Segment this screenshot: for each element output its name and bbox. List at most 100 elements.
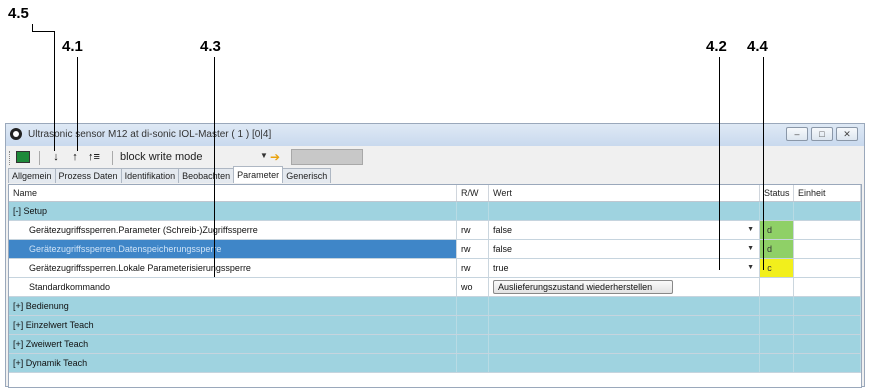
value-text: false [493, 225, 513, 235]
cell-status [760, 316, 794, 334]
callout-4-5-leader [54, 31, 55, 151]
param-rw: rw [457, 221, 489, 239]
write-mode-select[interactable]: block write mode [120, 151, 203, 163]
param-rw: wo [457, 278, 489, 296]
cell-status [760, 354, 794, 372]
cell-unit [794, 297, 861, 315]
status-badge: c [760, 259, 794, 277]
chevron-down-icon[interactable]: ▼ [260, 151, 268, 160]
cell-unit [794, 221, 861, 239]
tab-bar: Allgemein Prozess Daten Identifikation B… [8, 166, 332, 184]
callout-4-4-leader [763, 57, 764, 270]
table-row-group-setup[interactable]: [-] Setup [9, 202, 861, 221]
param-name: Gerätezugriffssperren.Parameter (Schreib… [9, 221, 457, 239]
cell-rw [457, 316, 489, 334]
callout-4-2-leader [719, 57, 720, 270]
cell-status [760, 335, 794, 353]
title-bar: Ultrasonic sensor M12 at di-sonic IOL-Ma… [6, 124, 864, 146]
window-title: Ultrasonic sensor M12 at di-sonic IOL-Ma… [28, 129, 272, 140]
cell-unit [794, 354, 861, 372]
callout-4-1: 4.1 [62, 38, 83, 55]
table-row[interactable]: Standardkommando wo Auslieferungszustand… [9, 278, 861, 297]
table-row-group-einzelwert-teach[interactable]: [+] Einzelwert Teach [9, 316, 861, 335]
param-name: Standardkommando [9, 278, 457, 296]
value-text: false [493, 244, 513, 254]
toolbar: ↓ ↑ ↑≡ block write mode ▼ ➔ [6, 147, 864, 169]
tab-prozess-daten[interactable]: Prozess Daten [54, 168, 122, 183]
tab-beobachten[interactable]: Beobachten [178, 168, 235, 183]
tab-generisch[interactable]: Generisch [282, 168, 332, 183]
toolbar-separator [112, 151, 113, 165]
cell-rw [457, 335, 489, 353]
toolbar-separator [39, 151, 40, 165]
chevron-down-icon[interactable]: ▼ [747, 221, 754, 239]
minimize-button[interactable]: – [786, 127, 808, 141]
table-header: Name R/W Wert Status Einheit [9, 185, 861, 202]
chevron-down-icon[interactable]: ▼ [747, 240, 754, 258]
cell-value [489, 354, 760, 372]
cell-unit [794, 335, 861, 353]
table-row-group-zweiwert-teach[interactable]: [+] Zweiwert Teach [9, 335, 861, 354]
table-row[interactable]: Gerätezugriffssperren.Lokale Parameteris… [9, 259, 861, 278]
table-row-group-dynamik-teach[interactable]: [+] Dynamik Teach [9, 354, 861, 373]
cell-unit [794, 240, 861, 258]
app-window: Ultrasonic sensor M12 at di-sonic IOL-Ma… [5, 123, 865, 388]
chevron-down-icon[interactable]: ▼ [747, 259, 754, 277]
app-icon [10, 128, 22, 140]
value-cell: Auslieferungszustand wiederherstellen [489, 278, 760, 296]
cell-status [760, 297, 794, 315]
group-label: [+] Bedienung [9, 297, 457, 315]
parameter-table: Name R/W Wert Status Einheit [-] Setup G… [8, 184, 862, 388]
table-row-selected[interactable]: Gerätezugriffssperren.Datenspeicherungss… [9, 240, 861, 259]
callout-4-2: 4.2 [706, 38, 727, 55]
arrow-down-icon[interactable]: ↓ [49, 150, 63, 165]
tab-allgemein[interactable]: Allgemein [8, 168, 56, 183]
group-label: [+] Dynamik Teach [9, 354, 457, 372]
callout-4-1-leader [77, 57, 78, 151]
cell-rw [457, 297, 489, 315]
maximize-button[interactable]: □ [811, 127, 833, 141]
cell-unit [794, 316, 861, 334]
group-label: [+] Zweiwert Teach [9, 335, 457, 353]
param-rw: rw [457, 240, 489, 258]
header-name[interactable]: Name [9, 185, 457, 201]
callout-4-5-leader [32, 31, 54, 32]
cell-status [760, 278, 794, 296]
cell-status [760, 202, 794, 220]
monitor-icon[interactable] [16, 151, 30, 163]
callout-4-3: 4.3 [200, 38, 221, 55]
cell-unit [794, 278, 861, 296]
cell-rw [457, 354, 489, 372]
param-name: Gerätezugriffssperren.Lokale Parameteris… [9, 259, 457, 277]
toolbar-field[interactable] [291, 149, 363, 165]
value-text: true [493, 263, 509, 273]
param-name: Gerätezugriffssperren.Datenspeicherungss… [9, 240, 457, 258]
arrow-up-icon[interactable]: ↑ [68, 150, 82, 165]
cell-value [489, 335, 760, 353]
cell-rw [457, 202, 489, 220]
callout-4-5: 4.5 [8, 5, 29, 22]
status-badge: d [760, 240, 794, 258]
table-row[interactable]: Gerätezugriffssperren.Parameter (Schreib… [9, 221, 861, 240]
header-unit[interactable]: Einheit [794, 185, 861, 201]
cell-unit [794, 202, 861, 220]
header-status[interactable]: Status [760, 185, 794, 201]
callout-4-4: 4.4 [747, 38, 768, 55]
toolbar-grip [9, 151, 12, 165]
status-badge: d [760, 221, 794, 239]
cell-value [489, 297, 760, 315]
restore-defaults-button[interactable]: Auslieferungszustand wiederherstellen [493, 280, 673, 294]
cell-value [489, 316, 760, 334]
close-button[interactable]: ✕ [836, 127, 858, 141]
apply-icon[interactable]: ➔ [268, 149, 282, 165]
callout-4-3-leader [214, 57, 215, 277]
header-rw[interactable]: R/W [457, 185, 489, 201]
cell-unit [794, 259, 861, 277]
group-label: [+] Einzelwert Teach [9, 316, 457, 334]
tab-identifikation[interactable]: Identifikation [120, 168, 180, 183]
arrow-up-all-icon[interactable]: ↑≡ [87, 150, 101, 165]
param-rw: rw [457, 259, 489, 277]
group-label: [-] Setup [9, 202, 457, 220]
tab-parameter[interactable]: Parameter [233, 166, 284, 183]
table-row-group-bedienung[interactable]: [+] Bedienung [9, 297, 861, 316]
